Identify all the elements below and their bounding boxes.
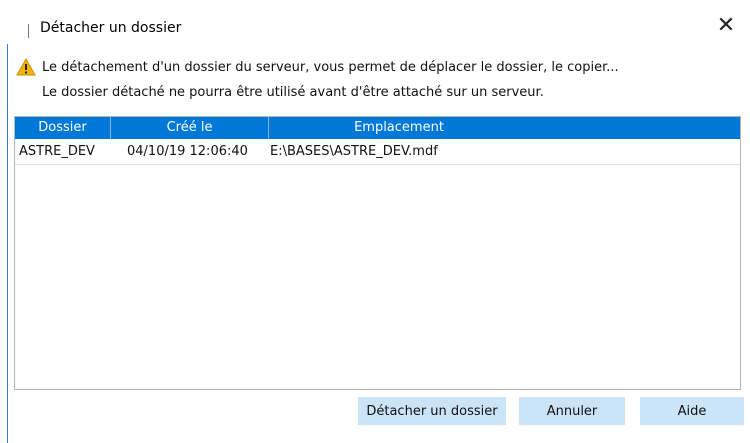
title-bar[interactable]: Détacher un dossier ✕	[10, 0, 750, 44]
window-left-edge	[0, 0, 10, 443]
dialog-content: Le détachement d'un dossier du serveur, …	[10, 44, 750, 443]
table-header: Dossier Créé le Emplacement	[15, 117, 740, 139]
warning-message-line2: Le dossier détaché ne pourra être utilis…	[42, 85, 544, 100]
cell-emplacement: E:\BASES\ASTRE_DEV.mdf	[270, 144, 438, 159]
close-icon: ✕	[716, 12, 736, 38]
column-header-cree-le[interactable]: Créé le	[111, 117, 269, 139]
cancel-button[interactable]: Annuler	[519, 397, 625, 425]
warning-message-line1: Le détachement d'un dossier du serveur, …	[42, 60, 619, 75]
title-separator	[28, 24, 29, 38]
dialog-title: Détacher un dossier	[40, 20, 182, 36]
detach-dialog: Détacher un dossier ✕ Le détachement d'u…	[0, 0, 750, 443]
close-button[interactable]: ✕	[702, 8, 750, 42]
cell-cree-le: 04/10/19 12:06:40	[127, 144, 248, 159]
column-header-emplacement[interactable]: Emplacement	[269, 117, 529, 139]
warning-icon	[16, 58, 36, 76]
table-row[interactable]: ASTRE_DEV 04/10/19 12:06:40 E:\BASES\AST…	[15, 139, 740, 165]
help-button[interactable]: Aide	[640, 397, 744, 425]
cell-dossier: ASTRE_DEV	[19, 144, 95, 159]
column-header-dossier[interactable]: Dossier	[15, 117, 111, 139]
folders-table[interactable]: Dossier Créé le Emplacement ASTRE_DEV 04…	[14, 116, 741, 390]
detach-folder-button[interactable]: Détacher un dossier	[358, 397, 506, 425]
window-border	[7, 44, 8, 443]
